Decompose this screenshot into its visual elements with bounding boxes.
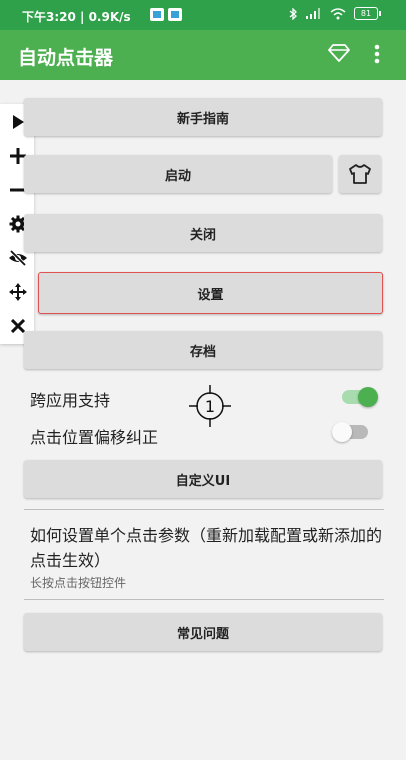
faq-button[interactable]: 常见问题 <box>24 613 382 651</box>
guide-button[interactable]: 新手指南 <box>24 98 382 136</box>
start-button[interactable]: 启动 <box>24 155 332 193</box>
signal-icon <box>306 7 320 19</box>
offset-label: 点击位置偏移纠正 <box>30 428 159 447</box>
notification-icon <box>168 8 182 21</box>
howto-title[interactable]: 如何设置单个点击参数（重新加载配置或新添加的点击生效） <box>30 523 390 573</box>
close-button[interactable]: 关闭 <box>24 214 382 252</box>
battery-icon: 81 <box>354 7 381 20</box>
theme-button[interactable] <box>339 155 381 193</box>
crosshair-number: 1 <box>205 397 215 416</box>
settings-button[interactable]: 设置 <box>38 272 383 314</box>
click-target-crosshair[interactable]: 1 <box>188 384 232 428</box>
notification-icon <box>150 8 164 21</box>
move-icon[interactable] <box>8 282 28 302</box>
bluetooth-icon <box>289 7 297 20</box>
toggle-knob <box>332 422 352 442</box>
shirt-icon <box>349 164 371 184</box>
toggle-knob <box>358 387 378 407</box>
status-bar: 下午3:20 | 0.9K/s 81 <box>0 0 406 30</box>
cross-app-label: 跨应用支持 <box>30 391 111 410</box>
status-time: 下午3:20 | 0.9K/s <box>22 10 131 24</box>
status-icons: 81 <box>289 7 381 20</box>
app-bar: 自动点击器 <box>0 30 406 80</box>
app-title: 自动点击器 <box>18 47 114 69</box>
save-button[interactable]: 存档 <box>24 331 382 369</box>
wifi-icon <box>330 7 346 19</box>
divider <box>24 509 384 510</box>
custom-ui-button[interactable]: 自定义UI <box>24 460 382 498</box>
more-options-icon[interactable] <box>374 44 380 64</box>
diamond-icon[interactable] <box>328 43 350 63</box>
divider <box>24 599 384 600</box>
howto-subtitle: 长按点击按钮控件 <box>30 576 127 590</box>
offset-toggle[interactable] <box>332 422 368 442</box>
cross-app-toggle[interactable] <box>342 387 378 407</box>
